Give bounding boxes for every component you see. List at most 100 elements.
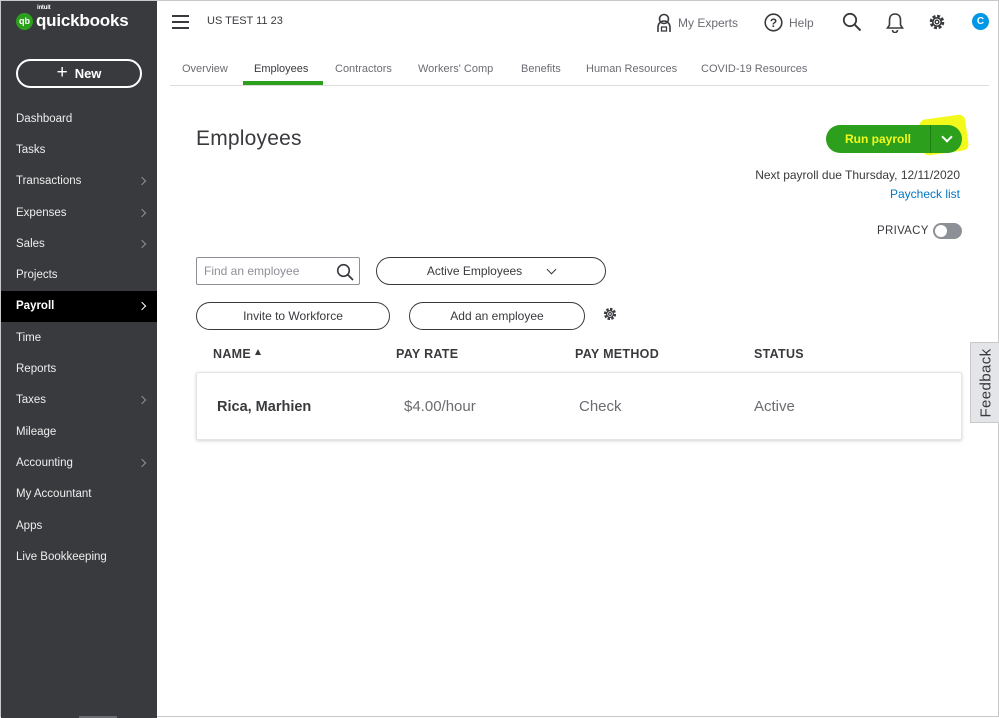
table-row[interactable]: Rica, Marhien $4.00/hour Check Active [196, 372, 962, 440]
menu-icon[interactable] [172, 15, 189, 29]
sidebar-item-label: Projects [16, 269, 58, 282]
column-header-name-label: NAME [213, 347, 252, 361]
sidebar-item-label: Dashboard [16, 112, 73, 125]
sidebar-item-my-accountant[interactable]: My Accountant [1, 479, 157, 510]
sort-arrow-icon [255, 349, 262, 355]
feedback-label: Feedback [977, 347, 994, 418]
chevron-down-icon [940, 131, 953, 143]
invite-to-workforce-button[interactable]: Invite to Workforce [196, 302, 390, 330]
employee-status-filter[interactable]: Active Employees [376, 257, 606, 285]
privacy-label: PRIVACY [877, 225, 929, 237]
sidebar-item-accounting[interactable]: Accounting [1, 447, 157, 478]
tab-overview[interactable]: Overview [182, 63, 228, 75]
run-payroll-dropdown[interactable] [931, 125, 962, 153]
my-experts-label: My Experts [678, 16, 739, 30]
column-header-pay-method[interactable]: PAY METHOD [575, 347, 659, 361]
sidebar-item-time[interactable]: Time [1, 322, 157, 353]
toggle-knob [935, 225, 947, 237]
column-header-name[interactable]: NAME [213, 347, 262, 361]
payroll-tabs: Overview Employees Contractors Workers' … [170, 56, 989, 86]
qb-badge-icon: qb [16, 12, 33, 30]
sidebar-item-live-bookkeeping[interactable]: Live Bookkeeping [1, 541, 157, 572]
tab-covid-resources[interactable]: COVID-19 Resources [701, 63, 807, 75]
chevron-right-icon [137, 458, 147, 468]
tab-workers-comp[interactable]: Workers' Comp [418, 63, 493, 75]
column-header-status[interactable]: STATUS [754, 347, 804, 361]
employee-pay-rate: $4.00/hour [404, 398, 476, 415]
privacy-toggle[interactable] [933, 223, 962, 239]
svg-text:?: ? [770, 16, 777, 30]
gear-icon[interactable] [927, 12, 947, 32]
employee-status: Active [754, 398, 795, 415]
sidebar-item-label: Time [16, 331, 42, 344]
logo-wordmark: intuit quickbooks [36, 5, 129, 31]
tab-benefits[interactable]: Benefits [521, 63, 561, 75]
help-label: Help [789, 15, 814, 30]
search-input[interactable] [197, 258, 327, 284]
app-frame: qb intuit quickbooks + New Dashboard Task… [0, 0, 999, 718]
sidebar-nav: Dashboard Tasks Transactions Expenses Sales P… [1, 103, 157, 572]
chevron-right-icon [137, 208, 147, 217]
new-button-label: New [74, 66, 102, 81]
person-lock-icon [657, 13, 671, 32]
sidebar-item-reports[interactable]: Reports [1, 353, 157, 384]
sidebar-item-dashboard[interactable]: Dashboard [1, 103, 157, 134]
sidebar: qb intuit quickbooks + New Dashboard Task… [1, 1, 157, 718]
chevron-down-icon [546, 264, 557, 274]
sidebar-item-sales[interactable]: Sales [1, 228, 157, 259]
quickbooks-logo[interactable]: qb intuit quickbooks [16, 5, 129, 31]
tab-human-resources[interactable]: Human Resources [586, 63, 677, 75]
sidebar-item-projects[interactable]: Projects [1, 259, 157, 290]
sidebar-item-label: My Accountant [16, 488, 92, 501]
sidebar-item-taxes[interactable]: Taxes [1, 385, 157, 416]
intuit-label: intuit [37, 5, 51, 11]
sidebar-item-mileage[interactable]: Mileage [1, 416, 157, 447]
sidebar-item-label: Expenses [16, 206, 67, 219]
employee-name[interactable]: Rica, Marhien [217, 399, 311, 415]
search-icon[interactable] [336, 263, 354, 281]
company-name: US TEST 11 23 [207, 15, 283, 27]
sidebar-item-label: Transactions [16, 175, 82, 188]
sidebar-item-tasks[interactable]: Tasks [1, 134, 157, 165]
sidebar-item-apps[interactable]: Apps [1, 510, 157, 541]
chevron-right-icon [137, 396, 147, 405]
chevron-right-icon [137, 239, 147, 249]
paycheck-list-link[interactable]: Paycheck list [890, 187, 960, 201]
tab-employees-label: Employees [254, 63, 309, 75]
my-experts-link[interactable]: My Experts [656, 13, 738, 33]
search-icon[interactable] [842, 12, 862, 32]
employee-search [196, 257, 360, 285]
plus-icon: + [56, 62, 68, 83]
help-link[interactable]: ? Help [764, 13, 814, 32]
active-tab-indicator [243, 81, 323, 85]
sidebar-item-payroll[interactable]: Payroll [1, 290, 157, 323]
quickbooks-label: quickbooks [36, 11, 129, 30]
run-payroll-button[interactable]: Run payroll [826, 125, 930, 153]
sidebar-item-label: Tasks [16, 143, 46, 156]
employee-pay-method: Check [579, 398, 622, 415]
tab-employees[interactable]: Employees [244, 62, 321, 75]
bell-icon[interactable] [886, 12, 904, 33]
add-employee-button[interactable]: Add an employee [409, 302, 585, 330]
sidebar-item-label: Taxes [16, 394, 47, 407]
next-payroll-due: Next payroll due Thursday, 12/11/2020 [755, 168, 960, 182]
chevron-right-icon [137, 176, 147, 186]
sidebar-item-label: Live Bookkeeping [16, 550, 107, 563]
new-button[interactable]: + New [16, 59, 142, 88]
column-header-pay-rate[interactable]: PAY RATE [396, 347, 458, 361]
sidebar-item-expenses[interactable]: Expenses [1, 197, 157, 228]
filter-value: Active Employees [426, 264, 523, 278]
user-avatar[interactable]: C [972, 13, 989, 30]
page-title: Employees [196, 127, 302, 150]
sidebar-item-transactions[interactable]: Transactions [1, 166, 157, 197]
sidebar-item-label: Sales [16, 237, 45, 250]
run-payroll-split-button: Run payroll [826, 125, 962, 153]
tab-contractors[interactable]: Contractors [335, 63, 392, 75]
sidebar-item-label: Accounting [16, 456, 73, 469]
feedback-tab[interactable]: Feedback [970, 342, 999, 423]
sidebar-item-label: Reports [16, 363, 57, 376]
sidebar-item-label: Mileage [16, 425, 57, 438]
help-icon: ? [764, 13, 783, 32]
sidebar-item-label: Payroll [16, 300, 55, 313]
table-settings-gear-icon[interactable] [602, 306, 618, 322]
